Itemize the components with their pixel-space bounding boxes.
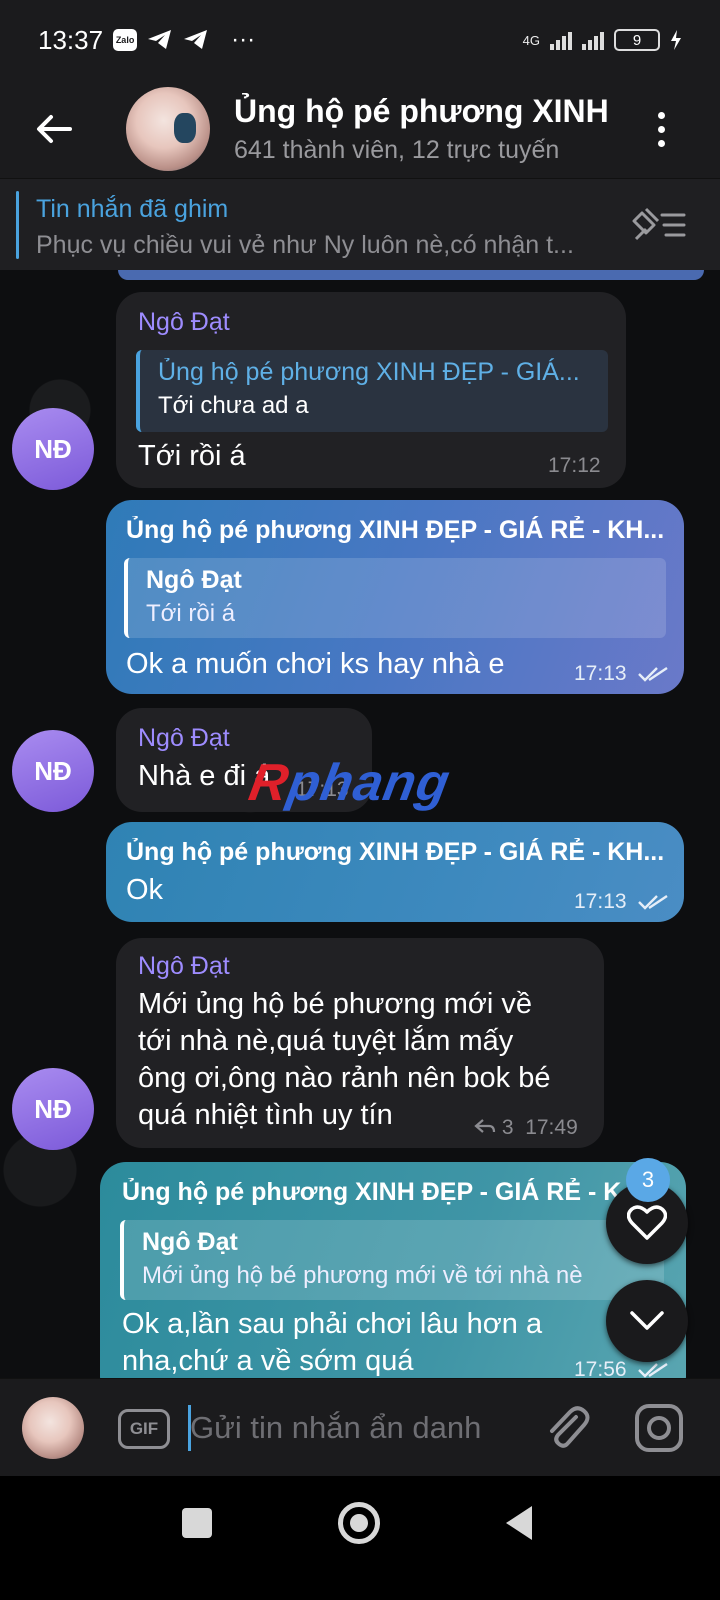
pinned-title: Tin nhắn đã ghim [36, 195, 229, 223]
group-subtitle: 641 thành viên, 12 trực tuyến [234, 136, 560, 164]
sender-name: Ủng hộ pé phương XINH ĐẸP - GIÁ RẺ - KH.… [126, 516, 665, 544]
reply-name: Ủng hộ pé phương XINH ĐẸP - GIÁ... [158, 358, 580, 386]
arrow-left-icon [37, 115, 72, 143]
telegram-icon [184, 30, 208, 49]
message-bubble[interactable]: Ủng hộ pé phương XINH ĐẸP - GIÁ RẺ - K N… [100, 1162, 686, 1378]
sender-name: Ngô Đạt [138, 308, 230, 336]
reaction-count-badge: 3 [626, 1158, 670, 1202]
send-as-avatar[interactable] [22, 1397, 84, 1459]
pinned-indicator [16, 191, 19, 259]
battery-icon: 9 [614, 29, 660, 51]
reply-preview[interactable]: Ngô Đạt Mới ủng hộ bé phương mới về tới … [120, 1220, 664, 1300]
message-line: Ok a,lần sau phải chơi lâu hơn a [122, 1308, 543, 1340]
message-time-value: 17:13 [574, 662, 627, 685]
reply-name: Ngô Đạt [142, 1228, 238, 1256]
message-text: Tới rồi á [138, 440, 246, 472]
status-bar: 13:37 Zalo ··· 4G 9 [0, 0, 720, 80]
sender-avatar[interactable]: NĐ [12, 1068, 94, 1150]
reply-text: Tới chưa ad a [158, 392, 309, 419]
reply-text: Tới rồi á [146, 600, 236, 627]
reply-name: Ngô Đạt [146, 566, 242, 594]
message-input-bar: GIF [0, 1378, 720, 1476]
message-input[interactable] [190, 1399, 530, 1457]
chevron-down-icon [630, 1311, 664, 1330]
signal-icon [550, 30, 572, 50]
status-time: 13:37 [38, 24, 104, 55]
reply-preview[interactable]: Ngô Đạt Tới rồi á [124, 558, 666, 638]
read-checks-icon [638, 1363, 669, 1378]
header-info[interactable]: Ủng hộ pé phương XINH 641 thành viên, 12… [234, 93, 624, 165]
reply-text: Mới ủng hộ bé phương mới về tới nhà nè [142, 1262, 583, 1289]
zalo-icon: Zalo [113, 29, 138, 51]
message-time: 17:12 [548, 454, 601, 477]
message-line: Mới ủng hộ bé phương mới về [138, 988, 533, 1020]
more-dots-icon: ··· [231, 26, 256, 53]
previous-message-edge [118, 270, 704, 280]
message-time: 17:13 [574, 890, 669, 914]
system-indicators: 4G 9 [523, 29, 682, 51]
paperclip-icon[interactable] [540, 1401, 594, 1455]
message-line: tới nhà nè,quá tuyệt lắm mấy [138, 1025, 514, 1057]
more-menu-button[interactable] [646, 104, 676, 154]
message-text: Ok a muốn chơi ks hay nhà e [126, 648, 505, 680]
message-time-value: 17:49 [525, 1116, 578, 1139]
telegram-icon [148, 30, 172, 49]
group-avatar[interactable] [126, 87, 210, 171]
network-type: 4G [522, 32, 540, 48]
sender-name: Ủng hộ pé phương XINH ĐẸP - GIÁ RẺ - K [122, 1178, 622, 1206]
back-nav-button[interactable] [506, 1506, 532, 1540]
pinned-message-bar[interactable]: Tin nhắn đã ghim Phục vụ chiều vui vẻ nh… [0, 178, 720, 270]
message-time: 17:13 [574, 662, 669, 686]
group-title: Ủng hộ pé phương XINH [234, 93, 609, 129]
sender-avatar[interactable]: NĐ [12, 730, 94, 812]
message-text: Mới ủng hộ bé phương mới về tới nhà nè,q… [138, 986, 598, 1134]
camera-icon[interactable] [632, 1401, 686, 1455]
sender-avatar[interactable]: NĐ [12, 408, 94, 490]
recent-apps-button[interactable] [182, 1508, 212, 1538]
message-text: Ok a,lần sau phải chơi lâu hơn a nha,chứ… [122, 1306, 542, 1378]
message-meta: 3 17:49 [474, 1116, 578, 1140]
notification-icons: Zalo ··· [113, 26, 255, 54]
reply-arrow-icon [474, 1119, 496, 1133]
message-bubble[interactable]: Ủng hộ pé phương XINH ĐẸP - GIÁ RẺ - KH.… [106, 822, 684, 922]
chat-area[interactable]: Ngô Đạt Ủng hộ pé phương XINH ĐẸP - GIÁ.… [0, 270, 720, 1378]
signal-icon [582, 30, 604, 50]
pinned-text: Phục vụ chiều vui vẻ như Ny luôn nè,có n… [36, 231, 574, 259]
read-checks-icon [638, 895, 669, 911]
home-button[interactable] [338, 1502, 380, 1544]
sender-name: Ngô Đạt [138, 952, 230, 980]
message-line: ông ơi,ông nào rảnh nên bok bé [138, 1062, 551, 1094]
scroll-down-button[interactable] [606, 1280, 688, 1362]
read-checks-icon [638, 667, 669, 683]
message-line: nha,chứ a về sớm quá [122, 1345, 414, 1377]
system-nav-bar [0, 1476, 720, 1600]
message-bubble[interactable]: Ủng hộ pé phương XINH ĐẸP - GIÁ RẺ - KH.… [106, 500, 684, 694]
message-bubble[interactable]: Ngô Đạt Ủng hộ pé phương XINH ĐẸP - GIÁ.… [116, 292, 626, 488]
heart-icon [627, 1205, 667, 1240]
battery-level: 9 [632, 31, 642, 49]
reply-preview[interactable]: Ủng hộ pé phương XINH ĐẸP - GIÁ... Tới c… [136, 350, 608, 432]
message-text: Ok [126, 874, 164, 906]
sender-name: Ủng hộ pé phương XINH ĐẸP - GIÁ RẺ - KH.… [126, 838, 665, 866]
watermark-logo: Rphang [244, 754, 455, 812]
chat-header: Ủng hộ pé phương XINH 641 thành viên, 12… [0, 80, 720, 178]
sender-name: Ngô Đạt [138, 724, 230, 752]
pinned-list-icon[interactable] [632, 205, 686, 245]
message-bubble[interactable]: Ngô Đạt Mới ủng hộ bé phương mới về tới … [116, 938, 604, 1148]
charging-icon [671, 30, 681, 50]
reply-count[interactable]: 3 [502, 1116, 514, 1139]
message-time-value: 17:56 [574, 1358, 627, 1378]
gif-button[interactable]: GIF [118, 1409, 170, 1449]
message-time-value: 17:13 [574, 890, 627, 913]
back-button[interactable] [26, 101, 82, 157]
